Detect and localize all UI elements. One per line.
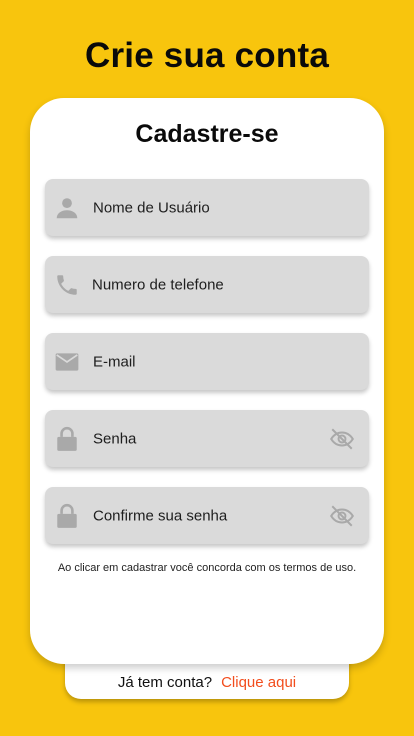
signup-card: Cadastre-se Nome de Usuário Numero de te… bbox=[30, 98, 384, 664]
page-title: Crie sua conta bbox=[85, 36, 329, 75]
lock-icon bbox=[54, 426, 80, 452]
person-icon bbox=[54, 195, 80, 221]
username-field[interactable]: Nome de Usuário bbox=[45, 179, 369, 236]
lock-icon bbox=[54, 503, 80, 529]
email-placeholder: E-mail bbox=[93, 353, 136, 370]
phone-field[interactable]: Numero de telefone bbox=[45, 256, 369, 313]
confirm-password-field[interactable]: Confirme sua senha bbox=[45, 487, 369, 544]
username-placeholder: Nome de Usuário bbox=[93, 199, 210, 216]
password-placeholder: Senha bbox=[93, 430, 137, 447]
phone-placeholder: Numero de telefone bbox=[92, 276, 224, 293]
confirm-password-placeholder: Confirme sua senha bbox=[93, 507, 228, 524]
login-question: Já tem conta? bbox=[117, 674, 213, 691]
card-title: Cadastre-se bbox=[135, 120, 279, 148]
login-link[interactable]: Clique aqui bbox=[221, 674, 296, 691]
email-field[interactable]: E-mail bbox=[45, 333, 369, 390]
eye-off-icon[interactable] bbox=[329, 503, 355, 529]
eye-off-icon[interactable] bbox=[329, 426, 355, 452]
password-field[interactable]: Senha bbox=[45, 410, 369, 467]
mail-icon bbox=[54, 349, 80, 375]
phone-icon bbox=[54, 272, 80, 298]
terms-text: Ao clicar em cadastrar você concorda com… bbox=[57, 562, 357, 574]
